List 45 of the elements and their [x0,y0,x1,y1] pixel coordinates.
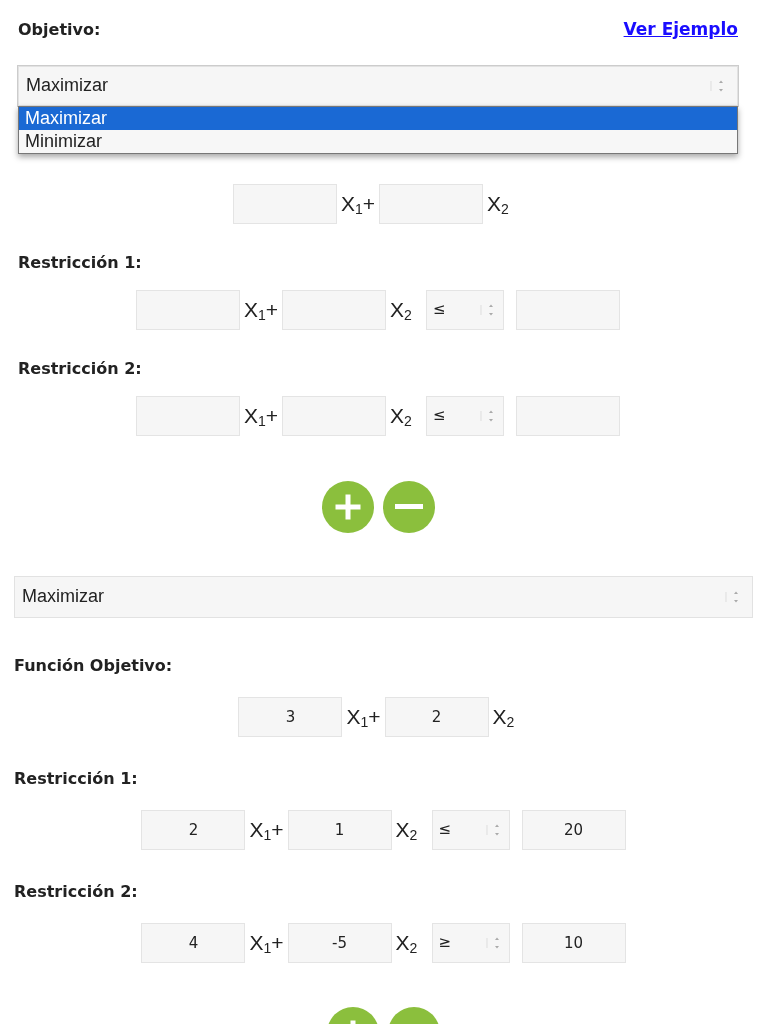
variable-label: X$_{1}$+ [340,190,376,220]
number-field[interactable]: 2 [141,809,246,850]
relation-dropdown[interactable]: ≤ [426,289,505,330]
constraint-label: Restricción 2: [18,358,143,379]
number-field[interactable] [379,183,484,224]
number-field[interactable] [282,289,387,330]
number-field[interactable] [135,395,240,436]
number-field[interactable]: 20 [521,809,626,850]
variable-label: X$_{2}$ [390,402,413,432]
number-field[interactable]: 3 [238,696,343,737]
constraint-label: Restricción 1: [14,768,139,789]
relation-dropdown[interactable]: ≤ [426,395,505,436]
number-field[interactable] [135,289,240,330]
constraint-label: Restricción 1: [18,252,143,273]
minus-icon [394,504,423,509]
number-field[interactable]: 1 [287,809,392,850]
number-field[interactable] [232,183,337,224]
relation-dropdown[interactable]: ≥ [431,922,510,963]
number-field[interactable]: 10 [521,922,626,963]
function-label: Función Objetivo: [14,655,174,676]
variable-label: X$_{2}$ [395,929,419,959]
variable-label: X$_{1}$+ [346,703,381,733]
variable-label: X$_{1}$+ [243,296,279,326]
number-field[interactable] [516,395,621,436]
variable-label: X$_{1}$+ [249,816,284,846]
number-field[interactable]: 4 [141,922,246,963]
dropdown-option[interactable]: Minimizar [19,129,737,153]
number-field[interactable] [282,395,387,436]
variable-label: X$_{2}$ [492,703,516,733]
variable-label: X$_{2}$ [395,816,419,846]
number-field[interactable]: -5 [287,922,392,963]
objective-label: Objetivo: [18,19,101,40]
example-link[interactable]: Ver Ejemplo [623,17,738,43]
dropdown-option[interactable]: Maximizar [19,106,737,130]
goal-dropdown[interactable]: Maximizar [14,575,753,618]
variable-label: X$_{2}$ [390,296,413,326]
variable-label: X$_{1}$+ [249,929,284,959]
plus-icon [333,492,362,521]
constraint-label: Restricción 2: [14,881,139,902]
variable-label: X$_{2}$ [487,190,510,220]
goal-dropdown[interactable]: Maximizar [18,65,738,106]
variable-label: X$_{1}$+ [243,402,279,432]
number-field[interactable] [516,289,621,330]
relation-dropdown[interactable]: ≤ [431,809,510,850]
number-field[interactable]: 2 [384,696,489,737]
